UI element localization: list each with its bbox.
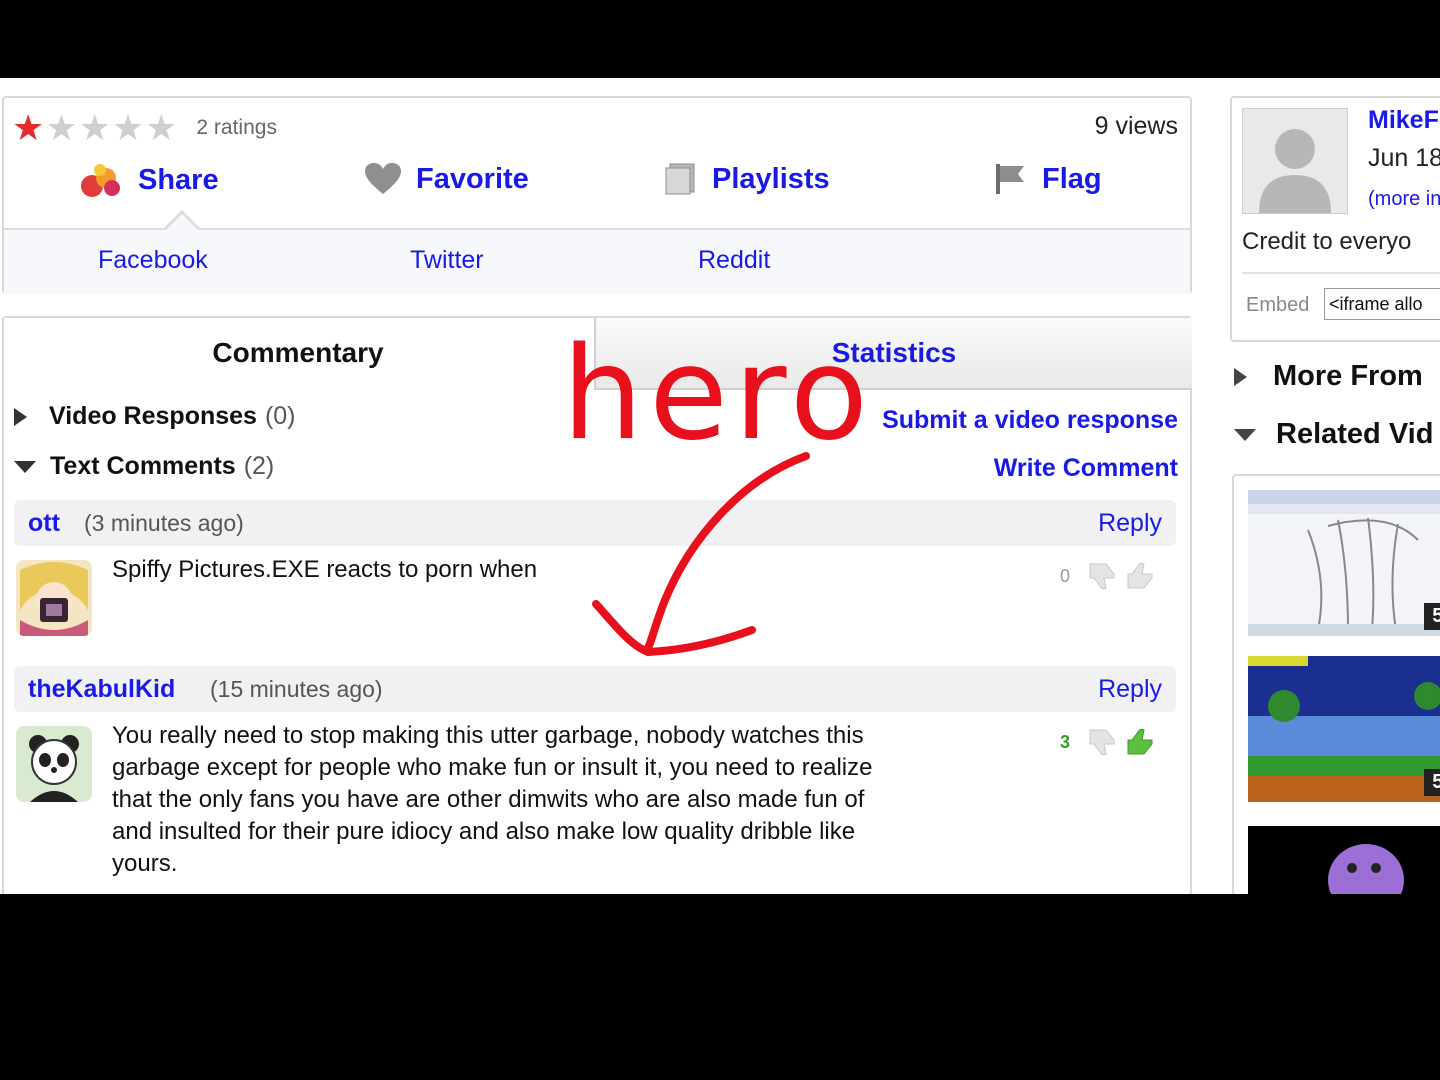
thumbs-down-icon[interactable] (1086, 560, 1118, 592)
twitter-link[interactable]: Twitter (410, 246, 484, 275)
embed-code-field[interactable]: <iframe allo (1324, 288, 1440, 320)
write-comment-link[interactable]: Write Comment (994, 454, 1178, 483)
avatar[interactable] (16, 560, 92, 636)
submit-video-response-link[interactable]: Submit a video response (882, 406, 1178, 435)
collapse-arrow-icon (1234, 428, 1256, 441)
star-icon[interactable]: ★ (45, 110, 77, 146)
uploader-avatar[interactable] (1242, 108, 1348, 214)
comment-text: Spiffy Pictures.EXE reacts to porn when (112, 556, 538, 583)
anime-avatar-icon (16, 560, 92, 636)
related-video-thumbnail[interactable]: 5: (1248, 490, 1440, 636)
comment-author[interactable]: ott (28, 509, 60, 538)
video-responses-toggle[interactable]: Video Responses (0) (14, 402, 296, 431)
star-icon[interactable]: ★ (145, 110, 177, 146)
share-pointer-inner (166, 214, 198, 230)
star-icon[interactable]: ★ (112, 110, 144, 146)
related-videos-list: 5: 5: (1232, 474, 1440, 894)
thumbs-up-icon[interactable] (1124, 726, 1156, 758)
expand-arrow-icon (14, 407, 27, 426)
vote-count: 0 (1060, 565, 1071, 586)
video-responses-count: (0) (264, 402, 296, 430)
comment-header: ott (3 minutes ago) Reply (14, 500, 1176, 546)
comment-votes: 3 (1060, 726, 1162, 758)
more-from-label: More From (1273, 360, 1423, 392)
text-comments-count: (2) (243, 452, 275, 480)
flag-icon (996, 164, 1024, 194)
related-videos-label: Related Vid (1276, 418, 1434, 450)
video-page: ★ ★ ★ ★ ★ 2 ratings 9 views Share Favori… (0, 78, 1440, 894)
share-label: Share (138, 163, 219, 196)
collapse-arrow-icon (14, 460, 36, 473)
star-icon[interactable]: ★ (12, 110, 44, 146)
expand-arrow-icon (1234, 367, 1247, 386)
uploader-info-panel: MikeF Jun 18 (more in Credit to everyo E… (1230, 96, 1440, 342)
drawing-thumbnail-icon (1248, 490, 1440, 636)
reply-button[interactable]: Reply (1098, 675, 1162, 704)
thumbs-up-icon[interactable] (1124, 560, 1156, 592)
upload-date: Jun 18 (1368, 144, 1440, 172)
playlist-icon (665, 163, 695, 195)
favorite-label: Favorite (416, 162, 529, 195)
divider (1242, 272, 1440, 274)
tab-commentary[interactable]: Commentary (4, 318, 592, 388)
share-icon (81, 164, 120, 197)
related-videos-toggle[interactable]: Related Vid (1234, 418, 1433, 451)
comment-votes: 0 (1060, 560, 1162, 592)
thumbs-down-icon[interactable] (1086, 726, 1118, 758)
comments-panel: Commentary Statistics Video Responses (0… (2, 316, 1192, 894)
purple-creature-thumbnail-icon (1248, 826, 1440, 894)
video-duration: 5: (1424, 603, 1440, 630)
related-video-thumbnail[interactable] (1248, 826, 1440, 894)
video-description: Credit to everyo (1242, 228, 1412, 255)
heart-icon (365, 163, 401, 194)
video-duration: 5: (1424, 769, 1440, 796)
text-comments-label: Text Comments (50, 452, 236, 480)
reply-button[interactable]: Reply (1098, 509, 1162, 538)
flag-button[interactable]: Flag (994, 162, 1102, 196)
playlists-button[interactable]: Playlists (664, 162, 830, 196)
star-rating[interactable]: ★ ★ ★ ★ ★ 2 ratings (12, 108, 277, 148)
favorite-button[interactable]: Favorite (364, 162, 529, 196)
video-actions-panel: ★ ★ ★ ★ ★ 2 ratings 9 views Share Favori… (2, 96, 1192, 294)
comment-author[interactable]: theKabulKid (28, 675, 175, 704)
playlists-label: Playlists (712, 162, 830, 195)
embed-label: Embed (1246, 294, 1310, 316)
more-info-link[interactable]: (more in (1368, 188, 1440, 211)
reddit-link[interactable]: Reddit (698, 246, 770, 275)
avatar[interactable] (16, 726, 92, 802)
default-user-icon (1243, 109, 1347, 213)
uploader-name[interactable]: MikeF (1368, 106, 1439, 135)
comment-time: (15 minutes ago) (210, 676, 383, 702)
vote-count: 3 (1060, 731, 1071, 752)
video-responses-label: Video Responses (49, 402, 257, 430)
text-comments-toggle[interactable]: Text Comments (2) (14, 452, 274, 481)
flag-label: Flag (1042, 162, 1102, 195)
related-video-thumbnail[interactable]: 5: (1248, 656, 1440, 802)
share-links-bar: Facebook Twitter Reddit (4, 228, 1190, 294)
facebook-link[interactable]: Facebook (98, 246, 208, 275)
more-from-toggle[interactable]: More From (1234, 360, 1423, 393)
game-thumbnail-icon (1248, 656, 1440, 802)
panda-avatar-icon (16, 726, 92, 802)
ratings-count: 2 ratings (196, 116, 277, 139)
tab-statistics[interactable]: Statistics (594, 318, 1192, 390)
comment-header: theKabulKid (15 minutes ago) Reply (14, 666, 1176, 712)
star-icon[interactable]: ★ (79, 110, 111, 146)
view-count: 9 views (1094, 112, 1178, 140)
share-button[interactable]: Share (78, 162, 219, 198)
comment-time: (3 minutes ago) (84, 510, 244, 536)
comment-text: You really need to stop making this utte… (112, 722, 873, 877)
